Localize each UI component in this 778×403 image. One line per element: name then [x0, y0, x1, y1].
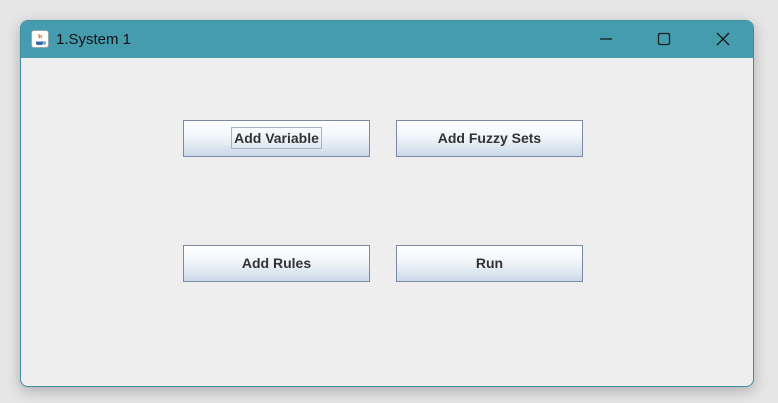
close-button[interactable] [694, 21, 752, 58]
add-rules-label: Add Rules [241, 255, 312, 271]
add-fuzzy-sets-label: Add Fuzzy Sets [437, 130, 542, 146]
app-window: 1.System 1 Add Variable Add Fuzzy Sets A… [20, 20, 754, 387]
add-variable-button[interactable]: Add Variable [183, 120, 370, 157]
maximize-icon [657, 32, 671, 46]
add-rules-button[interactable]: Add Rules [183, 245, 370, 282]
run-button[interactable]: Run [396, 245, 583, 282]
add-variable-label: Add Variable [231, 127, 322, 149]
minimize-button[interactable] [577, 21, 635, 58]
minimize-icon [600, 38, 612, 40]
add-fuzzy-sets-button[interactable]: Add Fuzzy Sets [396, 120, 583, 157]
close-icon [716, 32, 730, 46]
maximize-button[interactable] [635, 21, 693, 58]
java-icon[interactable] [31, 30, 49, 48]
window-title: 1.System 1 [56, 31, 132, 48]
title-bar[interactable]: 1.System 1 [21, 21, 753, 58]
run-label: Run [475, 255, 504, 271]
